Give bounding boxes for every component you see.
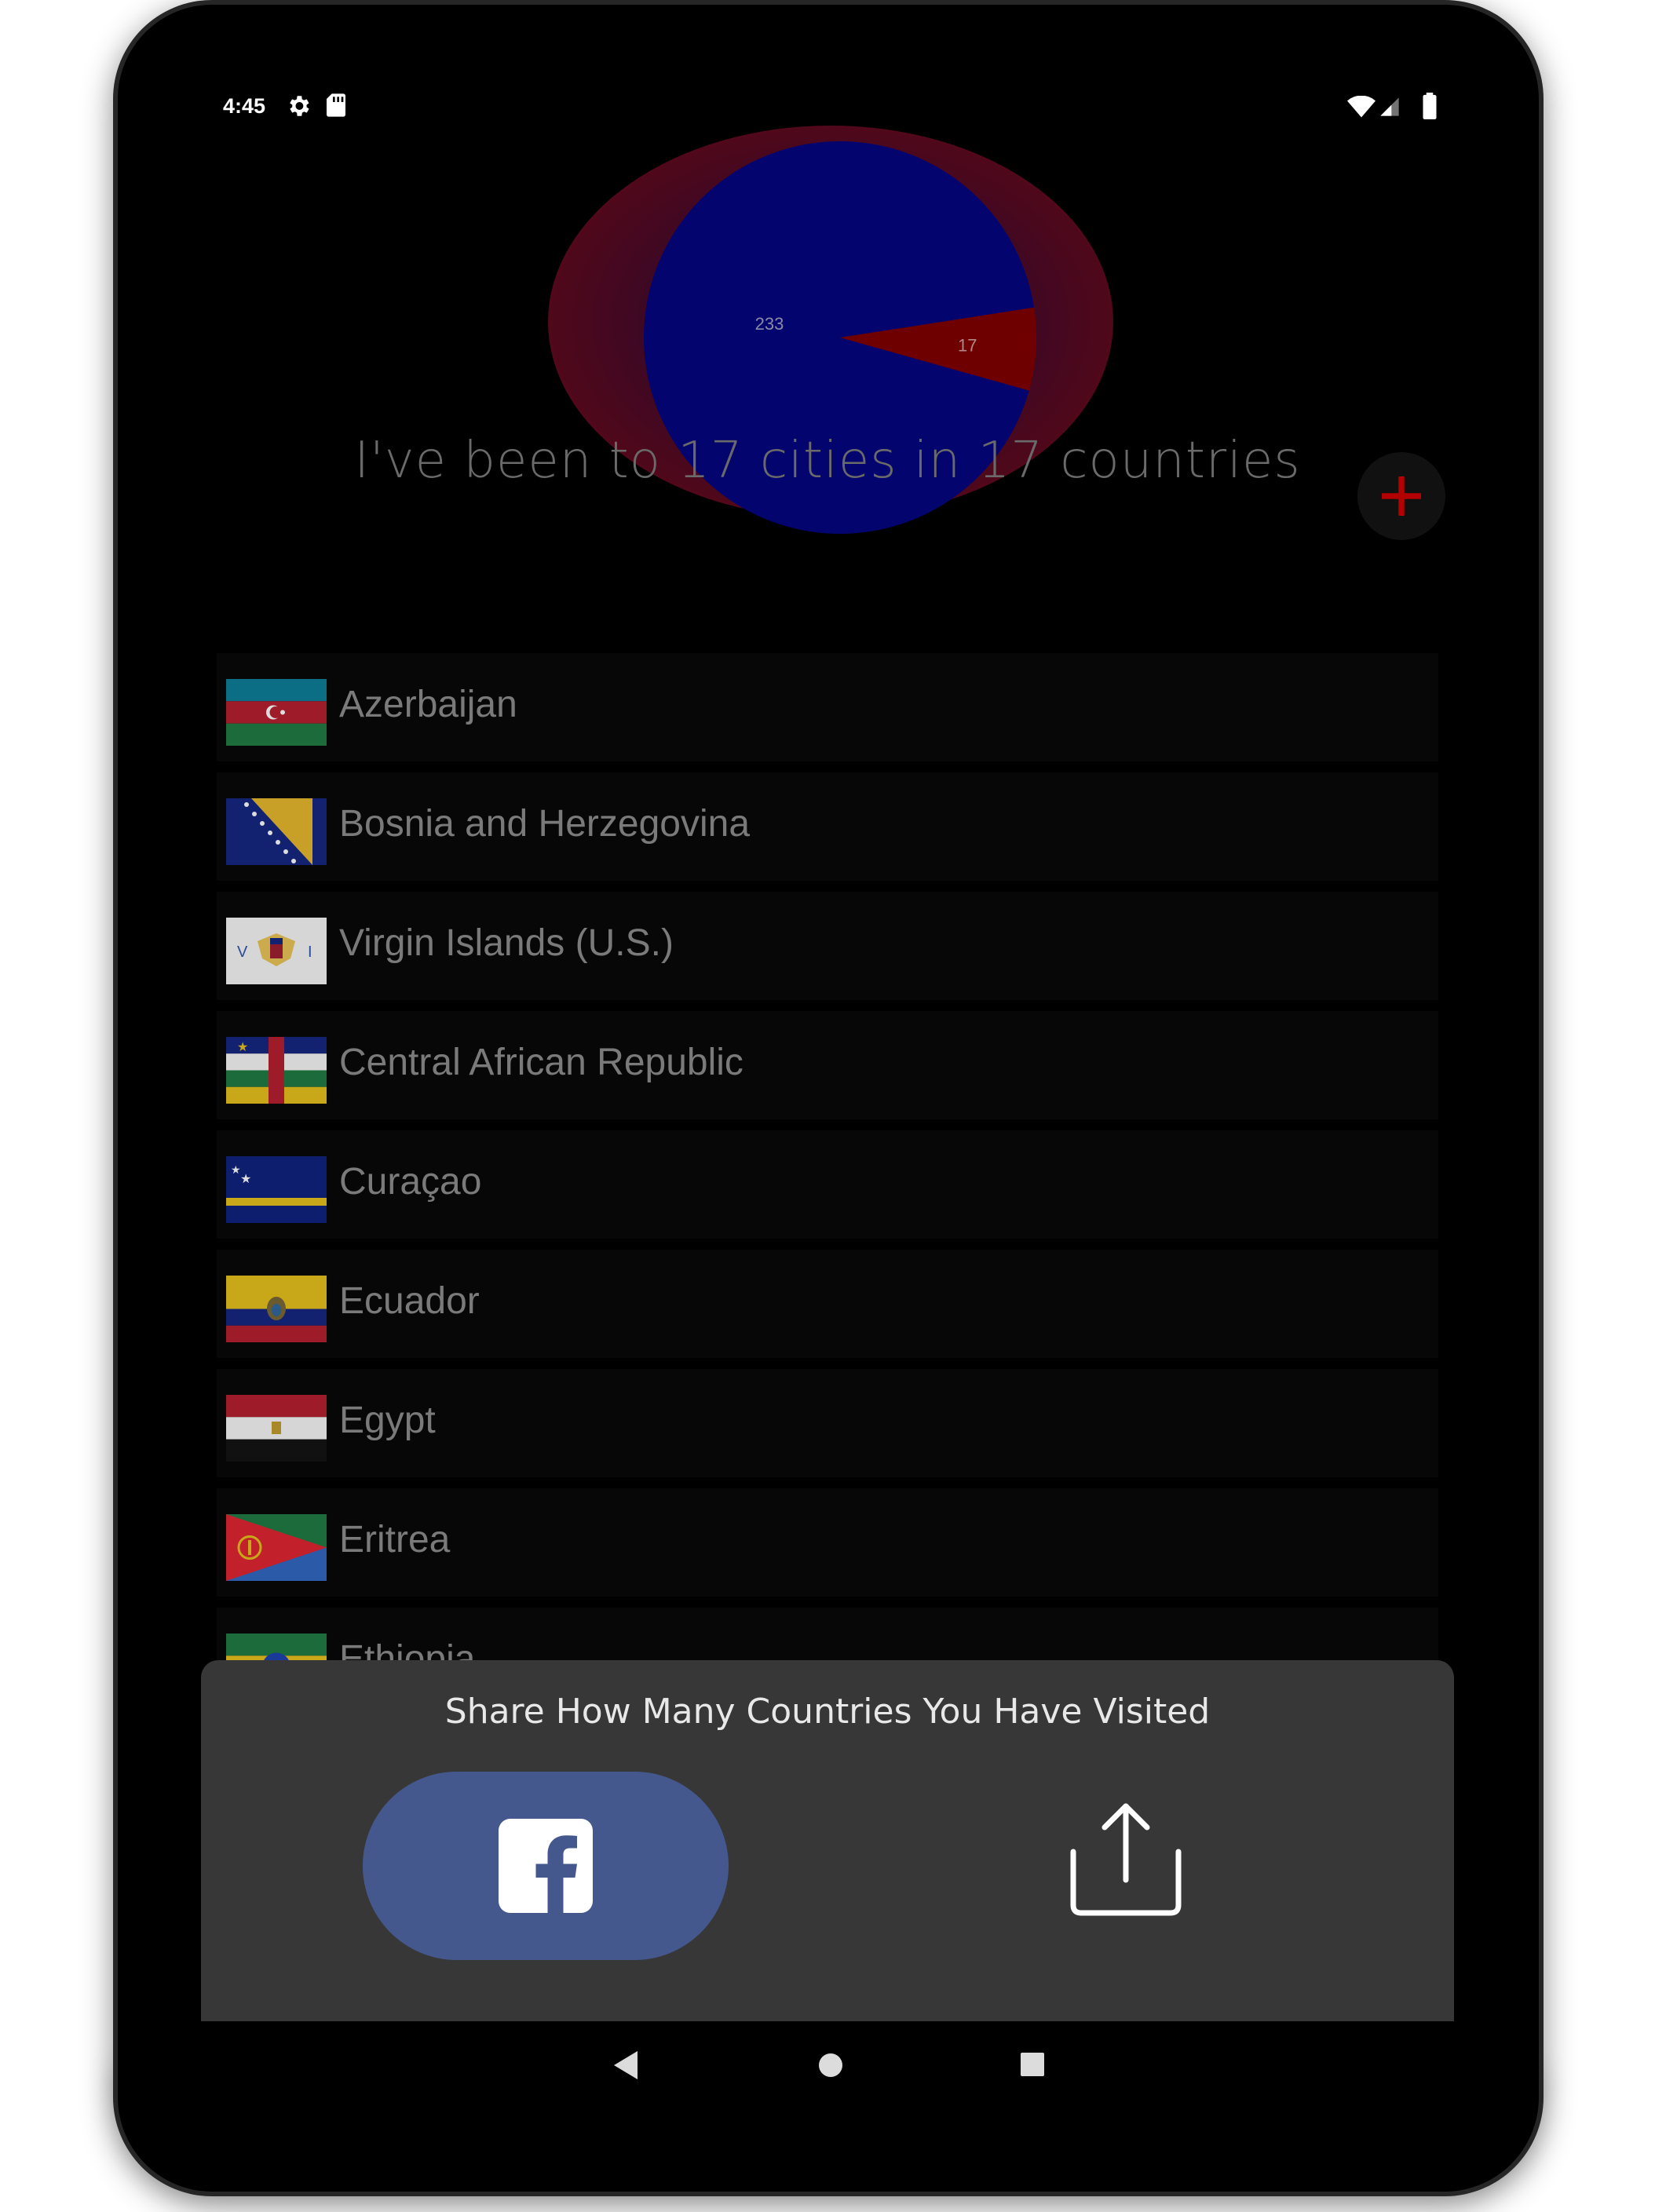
country-name: Bosnia and Herzegovina <box>339 803 751 845</box>
sd-card-icon <box>327 93 345 117</box>
status-time: 4:45 <box>223 94 266 118</box>
country-name: Egypt <box>339 1400 436 1441</box>
flag-egypt-icon <box>226 1395 327 1462</box>
svg-text:★: ★ <box>237 1039 248 1054</box>
country-row-central-african-republic[interactable]: ★ Central African Republic <box>217 1011 1438 1119</box>
flag-azerbaijan-icon <box>226 679 327 746</box>
signal-icon <box>1380 97 1399 116</box>
country-name: Eritrea <box>339 1519 451 1560</box>
flag-usvi-icon: V I <box>226 918 327 984</box>
gear-icon <box>290 96 309 116</box>
country-name: Azerbaijan <box>339 684 517 725</box>
facebook-share-button[interactable] <box>363 1772 729 1960</box>
country-name: Virgin Islands (U.S.) <box>339 922 674 964</box>
facebook-icon <box>499 1819 593 1913</box>
home-icon[interactable] <box>818 2053 843 2078</box>
flag-ecuador-icon <box>226 1276 327 1342</box>
share-button[interactable] <box>1069 1801 1183 1918</box>
country-name: Curaçao <box>339 1161 482 1203</box>
svg-text:★: ★ <box>231 1164 241 1177</box>
wifi-icon <box>1347 96 1376 118</box>
app-screen: 4:45 233 17 I've been to 17 cities in 17… <box>201 86 1454 2110</box>
country-row-eritrea[interactable]: Eritrea <box>217 1488 1438 1597</box>
battery-icon <box>1423 93 1437 119</box>
country-row-ecuador[interactable]: Ecuador <box>217 1250 1438 1358</box>
share-title: Share How Many Countries You Have Visite… <box>444 1692 1211 1732</box>
add-country-button[interactable] <box>1357 452 1445 540</box>
country-row-azerbaijan[interactable]: Azerbaijan <box>217 653 1438 761</box>
svg-text:★: ★ <box>240 1171 251 1186</box>
country-row-curacao[interactable]: ★ ★ Curaçao <box>217 1130 1438 1239</box>
country-row-egypt[interactable]: Egypt <box>217 1369 1438 1477</box>
svg-text:V: V <box>237 944 248 961</box>
flag-curacao-icon: ★ ★ <box>226 1156 327 1223</box>
flag-eritrea-icon <box>226 1514 327 1581</box>
country-name: Central African Republic <box>339 1042 743 1083</box>
country-name: Ecuador <box>339 1280 480 1322</box>
share-icon <box>1070 1803 1182 1916</box>
share-sheet: Share How Many Countries You Have Visite… <box>201 1660 1454 2021</box>
plus-icon <box>1382 476 1421 516</box>
country-row-virgin-islands-us[interactable]: V I Virgin Islands (U.S.) <box>217 892 1438 1000</box>
flag-car-icon: ★ <box>226 1037 327 1104</box>
visited-summary-headline: I've been to 17 cities in 17 countries <box>354 432 1301 490</box>
pie-label-unvisited: 233 <box>755 314 784 334</box>
flag-bosnia-icon <box>226 798 327 865</box>
pie-label-visited: 17 <box>958 336 977 356</box>
svg-text:I: I <box>308 944 312 961</box>
recent-apps-icon[interactable] <box>1021 2053 1044 2076</box>
country-row-bosnia-and-herzegovina[interactable]: Bosnia and Herzegovina <box>217 772 1438 881</box>
back-icon[interactable] <box>612 2051 639 2079</box>
system-nav-bar <box>201 2021 1454 2110</box>
